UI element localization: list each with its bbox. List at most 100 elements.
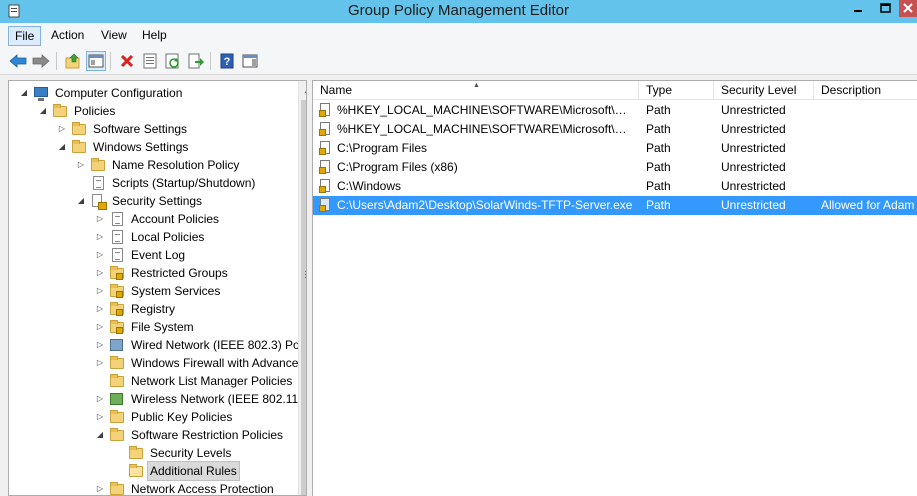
refresh-button[interactable] [163,51,183,71]
expand-arrow-icon[interactable]: ▷ [95,408,105,426]
tree-node[interactable]: Additional Rules [114,461,240,481]
up-one-level-button[interactable] [63,51,83,71]
folder-icon [109,409,125,425]
scroll-up-arrow-icon[interactable]: ▲ [299,81,306,98]
path-rule-icon [319,122,333,137]
tree-node[interactable]: ▷ Registry [95,300,177,318]
expand-arrow-icon[interactable]: ▷ [57,120,67,138]
tree-node[interactable]: Scripts (Startup/Shutdown) [76,174,257,192]
collapse-arrow-icon[interactable]: ◢ [38,102,48,120]
expand-arrow-icon[interactable]: ▷ [95,336,105,354]
list-row[interactable]: %HKEY_LOCAL_MACHINE\SOFTWARE\Microsoft\W… [313,101,917,120]
title-bar[interactable]: Group Policy Management Editor [0,0,917,23]
tree-node[interactable]: ▷ Wireless Network (IEEE 802.11) [95,390,304,408]
back-arrow-icon [9,54,27,68]
tree-node[interactable]: ▷ Software Settings [57,120,189,138]
expand-arrow-icon[interactable]: ▷ [95,264,105,282]
tree-node[interactable]: Security Levels [114,444,233,462]
list-row[interactable]: %HKEY_LOCAL_MACHINE\SOFTWARE\Microsoft\W… [313,120,917,139]
tree-node[interactable]: ◢ Windows Settings [57,138,190,156]
expand-arrow-icon[interactable]: ▷ [95,228,105,246]
script-icon [90,175,106,191]
list-header: Name ▲ Type Security Level Description [313,81,917,100]
maximize-button[interactable] [872,0,898,17]
path-rule-icon [319,141,333,156]
tree-node[interactable]: ▷ Public Key Policies [95,408,234,426]
list-row[interactable]: C:\Users\Adam2\Desktop\SolarWinds-TFTP-S… [313,196,917,215]
list-row[interactable]: C:\Windows Path Unrestricted [313,177,917,196]
collapse-arrow-icon[interactable]: ◢ [76,192,86,210]
tree-node[interactable]: ▷ Local Policies [95,228,206,246]
cell-security-level: Unrestricted [721,198,786,212]
export-list-button[interactable] [186,51,206,71]
expand-arrow-icon[interactable]: ▷ [95,282,105,300]
cell-description [821,158,917,177]
tree-node-label: Security Levels [150,446,232,460]
menu-action[interactable]: Action [45,26,90,46]
forward-button[interactable] [31,51,51,71]
cell-name: C:\Windows [337,179,402,193]
cell-security-level: Unrestricted [721,103,786,117]
tree-node[interactable]: ▷ Wired Network (IEEE 802.3) Poli [95,336,306,354]
cell-name: C:\Users\Adam2\Desktop\SolarWinds-TFTP-S… [337,198,633,212]
column-header-type[interactable]: Type [639,81,714,100]
tree-node[interactable]: ▷ Account Policies [95,210,221,228]
cell-name: %HKEY_LOCAL_MACHINE\SOFTWARE\Microsoft\W… [337,122,637,136]
tree-node[interactable]: ▷ Network Access Protection [95,480,276,495]
tree-node[interactable]: ▷ Restricted Groups [95,264,230,282]
tree-node[interactable]: ▷ System Services [95,282,222,300]
tree-node-label: Local Policies [131,230,205,244]
tree-vertical-scrollbar[interactable]: ▲ [298,81,306,495]
tree-node[interactable]: Network List Manager Policies [95,372,294,390]
tree-node-label: Restricted Groups [131,266,228,280]
tree-node[interactable]: ◢ Policies [38,102,117,120]
list-row[interactable]: C:\Program Files (x86) Path Unrestricted [313,158,917,177]
tree-node-label: Windows Firewall with Advance [131,356,299,370]
column-header-security-level[interactable]: Security Level [714,81,814,100]
tree-node[interactable]: ▷ File System [95,318,196,336]
collapse-arrow-icon[interactable]: ◢ [57,138,67,156]
expand-arrow-icon[interactable]: ▷ [95,246,105,264]
properties-button[interactable] [140,51,160,71]
computer-icon [33,85,49,101]
collapse-arrow-icon[interactable]: ◢ [19,84,29,102]
close-button[interactable] [899,0,917,17]
tree-node-label: Event Log [131,248,186,262]
menu-file[interactable]: File [8,26,42,46]
back-button[interactable] [8,51,28,71]
list-row[interactable]: C:\Program Files Path Unrestricted [313,139,917,158]
delete-button[interactable] [117,51,137,71]
expand-arrow-icon[interactable]: ▷ [95,210,105,228]
export-list-icon [188,53,204,69]
tree-node[interactable]: ▷ Name Resolution Policy [76,156,241,174]
expand-arrow-icon[interactable]: ▷ [76,156,86,174]
cell-name: C:\Program Files [337,141,428,155]
expand-arrow-icon[interactable]: ▷ [95,390,105,408]
help-button[interactable]: ? [217,51,237,71]
collapse-arrow-icon[interactable]: ◢ [95,426,105,444]
menu-view[interactable]: View [95,26,133,46]
tree-node-label: Registry [131,302,176,316]
expand-arrow-icon[interactable]: ▷ [95,318,105,336]
column-header-description[interactable]: Description [814,81,917,100]
tree-node-label: System Services [131,284,221,298]
menu-help[interactable]: Help [136,26,173,46]
expand-arrow-icon[interactable]: ▷ [95,480,105,495]
folder-icon [109,481,125,495]
toolbar-separator [210,52,211,70]
expand-arrow-icon[interactable]: ▷ [95,354,105,372]
expand-arrow-icon[interactable]: ▷ [95,300,105,318]
show-hide-console-tree-button[interactable] [86,51,106,71]
show-hide-action-pane-button[interactable] [240,51,260,71]
toolbar: ? [0,47,917,75]
tree-node[interactable]: ▷ Windows Firewall with Advance [95,354,300,372]
tree-node[interactable]: ◢ Computer Configuration [19,84,184,102]
tree-node[interactable]: ▷ Event Log [95,246,187,264]
scroll-thumb[interactable] [301,100,306,495]
cell-name: C:\Program Files (x86) [337,160,458,174]
locked-folder-icon [109,265,125,281]
tree-node[interactable]: ◢ Software Restriction Policies [95,426,285,444]
tree-node[interactable]: ◢ Security Settings [76,192,204,210]
minimize-button[interactable] [845,0,871,17]
